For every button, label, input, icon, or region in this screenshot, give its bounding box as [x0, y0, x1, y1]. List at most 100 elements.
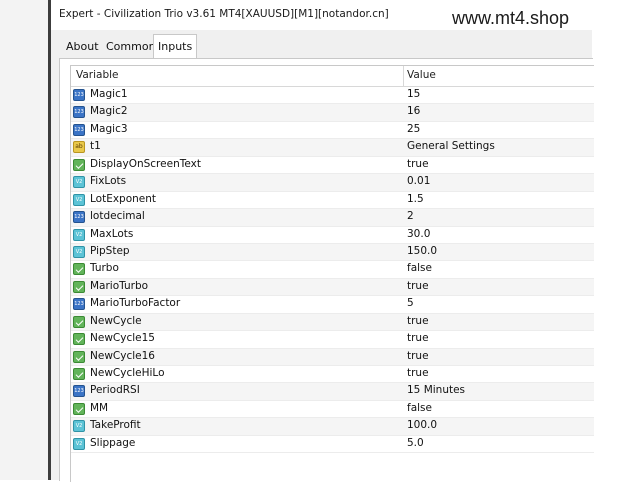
table-row[interactable]: Magic2 16	[71, 104, 594, 122]
variable-name: TakeProfit	[90, 419, 141, 432]
variable-value[interactable]: true	[407, 332, 429, 344]
variable-name: t1	[90, 140, 101, 153]
table-row[interactable]: MM false	[71, 401, 594, 419]
expert-properties-dialog: Expert - Civilization Trio v3.61 MT4[XAU…	[51, 0, 594, 482]
watermark-text: www.mt4.shop	[452, 8, 570, 28]
variable-value[interactable]: 30.0	[407, 228, 430, 240]
table-row[interactable]: MaxLots 30.0	[71, 227, 594, 244]
variable-name: NewCycle	[90, 314, 142, 327]
variable-value[interactable]: 5	[407, 297, 414, 309]
double-icon	[73, 193, 85, 206]
variable-value[interactable]: 15 Minutes	[407, 384, 465, 396]
variable-name: MaxLots	[90, 227, 134, 240]
variable-value[interactable]: 5.0	[407, 437, 424, 449]
variable-name: NewCycle15	[90, 332, 155, 345]
variable-value[interactable]: 16	[407, 105, 420, 117]
variable-value[interactable]: 25	[407, 123, 420, 135]
table-row[interactable]: MarioTurbo true	[71, 278, 594, 297]
variable-value[interactable]: General Settings	[407, 140, 495, 152]
bool-icon	[73, 315, 85, 328]
table-body: Magic115Magic216Magic325t1General Settin…	[71, 87, 594, 454]
variable-value[interactable]: true	[407, 280, 429, 292]
variable-name: MarioTurbo	[90, 279, 149, 292]
tab-inputs[interactable]: Inputs	[153, 34, 198, 58]
int-icon	[73, 298, 85, 311]
variable-name: Slippage	[90, 436, 136, 449]
variable-value[interactable]: 150.0	[407, 245, 437, 257]
bool-icon	[73, 402, 85, 415]
variable-name: PeriodRSI	[90, 384, 140, 397]
background-left	[0, 0, 48, 480]
variable-value[interactable]: true	[407, 315, 429, 327]
bool-icon	[73, 280, 85, 293]
variable-value[interactable]: false	[407, 402, 432, 414]
table-row[interactable]: NewCycle15 true	[71, 331, 594, 349]
bool-icon	[73, 158, 85, 171]
variable-name: NewCycle16	[90, 349, 155, 362]
tab-about[interactable]: About	[62, 37, 103, 57]
variable-name: Magic3	[90, 122, 128, 135]
column-header-variable[interactable]: Variable	[76, 69, 119, 81]
variable-value[interactable]: false	[407, 262, 432, 274]
int-icon	[73, 123, 85, 136]
title-bar[interactable]: Expert - Civilization Trio v3.61 MT4[XAU…	[51, 0, 592, 30]
variable-name: DisplayOnScreenText	[90, 157, 201, 170]
variable-value[interactable]: 100.0	[407, 419, 437, 431]
variable-name: MarioTurboFactor	[90, 297, 181, 310]
table-row[interactable]: t1 General Settings	[71, 139, 594, 157]
variable-name: MM	[90, 401, 109, 414]
variable-value[interactable]: 15	[407, 88, 420, 100]
table-row[interactable]: NewCycleHiLo true	[71, 366, 594, 384]
variable-name: Magic1	[90, 88, 128, 100]
tab-common[interactable]: Common	[102, 37, 160, 57]
variable-name: FixLots	[90, 175, 127, 188]
table-row[interactable]: NewCycle16 true	[71, 348, 594, 366]
int-icon	[73, 89, 85, 101]
background-right	[592, 0, 640, 480]
bool-icon	[73, 263, 85, 276]
table-row[interactable]: DisplayOnScreenText true	[71, 157, 594, 175]
double-icon	[73, 420, 85, 433]
double-icon	[73, 437, 85, 450]
table-row[interactable]: PeriodRSI 15 Minutes	[71, 383, 594, 401]
string-icon	[73, 141, 85, 154]
double-icon	[73, 245, 85, 258]
int-icon	[73, 106, 85, 119]
variable-value[interactable]: 1.5	[407, 193, 424, 205]
variable-value[interactable]: true	[407, 350, 429, 362]
table-row[interactable]: TakeProfit 100.0	[71, 418, 594, 436]
variable-value[interactable]: true	[407, 158, 429, 170]
variable-name: PipStep	[90, 244, 130, 257]
table-row[interactable]: FixLots 0.01	[71, 174, 594, 192]
variable-name: LotExponent	[90, 192, 157, 205]
tab-strip: About Common Inputs	[51, 34, 592, 58]
variable-name: lotdecimal	[90, 210, 145, 223]
column-header-value[interactable]: Value	[407, 69, 436, 81]
table-row[interactable]: MarioTurboFactor 5	[71, 296, 594, 314]
bool-icon	[73, 368, 85, 380]
variable-name: NewCycleHiLo	[90, 367, 165, 379]
table-row[interactable]: NewCycle true	[71, 313, 594, 332]
table-row[interactable]: lotdecimal 2	[71, 209, 594, 227]
table-row[interactable]: Turbo false	[71, 261, 594, 279]
table-row[interactable]: Magic1 15	[71, 87, 594, 105]
double-icon	[73, 176, 85, 189]
variable-value[interactable]: 0.01	[407, 175, 430, 187]
column-divider[interactable]	[403, 66, 404, 86]
table-row[interactable]: Magic3 25	[71, 122, 594, 140]
variable-value[interactable]: 2	[407, 210, 414, 222]
double-icon	[73, 228, 85, 241]
window-title: Expert - Civilization Trio v3.61 MT4[XAU…	[59, 8, 389, 20]
variable-value[interactable]: true	[407, 367, 429, 379]
inputs-table: Variable Value Magic115Magic216Magic325t…	[70, 65, 594, 482]
table-row[interactable]: LotExponent 1.5	[71, 192, 594, 210]
variable-name: Magic2	[90, 105, 128, 118]
int-icon	[73, 385, 85, 398]
variable-name: Turbo	[90, 262, 119, 275]
table-row[interactable]: PipStep 150.0	[71, 243, 594, 262]
bool-icon	[73, 333, 85, 346]
int-icon	[73, 211, 85, 224]
inputs-panel: Variable Value Magic115Magic216Magic325t…	[59, 58, 594, 482]
table-row[interactable]: Slippage 5.0	[71, 436, 594, 454]
table-header: Variable Value	[71, 66, 594, 87]
